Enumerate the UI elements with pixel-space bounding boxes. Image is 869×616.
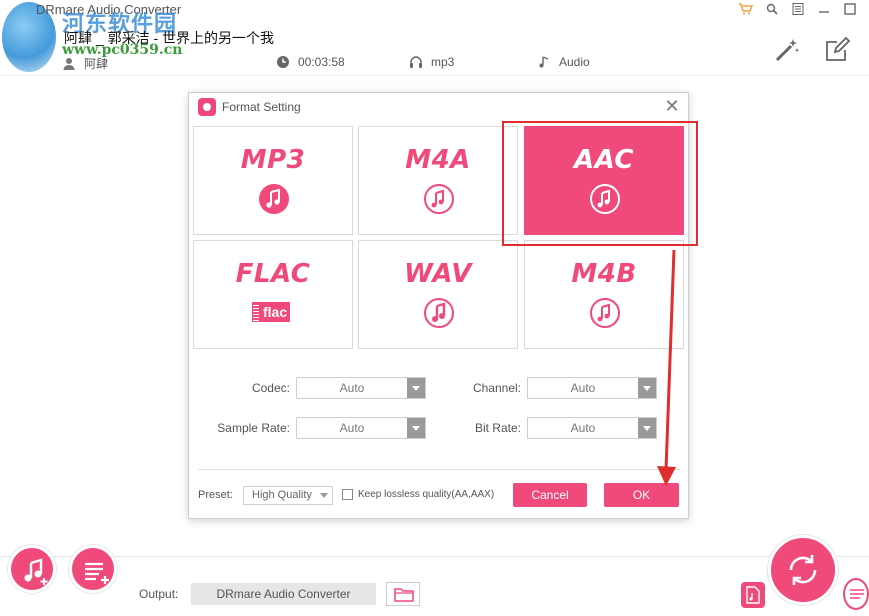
drmare-logo-icon	[198, 98, 216, 116]
track-title: 阿肆 _ 郭采洁 - 世界上的另一个我	[64, 30, 275, 46]
track-format: mp3	[409, 55, 454, 69]
chevron-down-icon	[638, 378, 656, 398]
chevron-down-icon	[638, 418, 656, 438]
minimize-icon[interactable]	[813, 0, 835, 18]
lossless-checkbox[interactable]	[342, 489, 353, 500]
audio-file-button[interactable]	[741, 582, 765, 608]
ok-button[interactable]: OK	[604, 483, 679, 507]
music-note-icon	[539, 56, 549, 68]
channel-value: Auto	[570, 381, 596, 395]
track-divider	[0, 75, 869, 76]
sample-rate-select[interactable]: Auto	[296, 417, 426, 439]
bottom-divider	[0, 556, 869, 557]
sample-rate-label: Sample Rate:	[217, 421, 290, 435]
bit-rate-value: Auto	[570, 421, 596, 435]
format-name: FLAC	[235, 259, 311, 289]
title-bar: DRmare Audio Converter 河东软件园 www.pc0359.…	[0, 0, 869, 72]
dialog-header: Format Setting ✕	[189, 93, 688, 121]
codec-value: Auto	[339, 381, 365, 395]
add-files-button[interactable]	[8, 545, 56, 593]
track-type: Audio	[537, 55, 590, 69]
track-artist: 阿肆	[62, 55, 108, 72]
format-tile-flac[interactable]: FLAC flac	[193, 240, 353, 349]
format-name: WAV	[404, 259, 472, 289]
channel-select[interactable]: Auto	[527, 377, 657, 399]
format-name: M4A	[405, 145, 471, 175]
format-name: MP3	[240, 145, 306, 175]
maximize-icon[interactable]	[839, 0, 861, 18]
chevron-down-icon	[407, 418, 425, 438]
format-tile-m4a[interactable]: M4A	[358, 126, 518, 235]
duration-label: 00:03:58	[298, 55, 345, 69]
flac-bars	[252, 302, 260, 322]
music-note-icon	[424, 184, 454, 214]
person-icon	[63, 57, 75, 70]
cancel-button[interactable]: Cancel	[513, 483, 587, 507]
type-label: Audio	[559, 55, 590, 69]
search-icon[interactable]	[761, 0, 783, 18]
music-note-icon	[424, 298, 454, 328]
output-path-field[interactable]: DRmare Audio Converter	[191, 583, 376, 605]
flac-badge-label: flac	[260, 302, 291, 322]
window-controls	[735, 0, 861, 18]
convert-icon	[789, 555, 817, 585]
preset-label: Preset:	[198, 489, 233, 501]
output-label: Output:	[139, 587, 179, 601]
flac-badge-icon: flac	[252, 301, 291, 323]
preset-select[interactable]: High Quality	[243, 486, 333, 505]
format-tile-m4b[interactable]: M4B	[524, 240, 684, 349]
music-note-icon	[259, 184, 289, 214]
edit-icon[interactable]	[823, 36, 851, 64]
cart-icon[interactable]	[735, 0, 757, 18]
bit-rate-label: Bit Rate:	[474, 421, 521, 435]
music-note-icon	[590, 298, 620, 328]
menu-icon[interactable]	[787, 0, 809, 18]
artist-label: 阿肆	[84, 57, 109, 71]
add-list-icon	[85, 562, 109, 584]
dialog-title: Format Setting	[222, 100, 301, 114]
format-name: M4B	[571, 259, 637, 289]
bit-rate-select[interactable]: Auto	[527, 417, 657, 439]
audio-file-icon	[746, 586, 760, 604]
format-label: mp3	[431, 55, 455, 69]
lossless-label: Keep lossless quality(AA,AAX)	[358, 489, 495, 500]
codec-select[interactable]: Auto	[296, 377, 426, 399]
format-tile-wav[interactable]: WAV	[358, 240, 518, 349]
clock-icon	[277, 56, 289, 68]
track-edit-actions	[773, 36, 851, 64]
chevron-down-icon	[407, 378, 425, 398]
add-music-icon	[24, 558, 48, 585]
close-icon[interactable]: ✕	[662, 96, 682, 116]
format-tile-mp3[interactable]: MP3	[193, 126, 353, 235]
music-note-icon	[590, 184, 620, 214]
format-name: AAC	[573, 145, 635, 175]
converted-list-button[interactable]	[843, 578, 869, 610]
headphones-icon	[410, 56, 422, 68]
open-folder-button[interactable]	[386, 582, 420, 606]
add-list-button[interactable]	[69, 545, 117, 593]
effects-wand-icon[interactable]	[773, 36, 801, 64]
channel-label: Channel:	[472, 381, 521, 395]
folder-icon	[394, 588, 414, 602]
dialog-divider	[198, 469, 680, 470]
list-icon	[850, 589, 864, 599]
sample-rate-value: Auto	[339, 421, 365, 435]
format-tile-aac[interactable]: AAC	[524, 126, 684, 235]
track-duration: 00:03:58	[276, 55, 345, 69]
convert-button[interactable]	[768, 535, 838, 605]
codec-label: Codec:	[251, 381, 290, 395]
